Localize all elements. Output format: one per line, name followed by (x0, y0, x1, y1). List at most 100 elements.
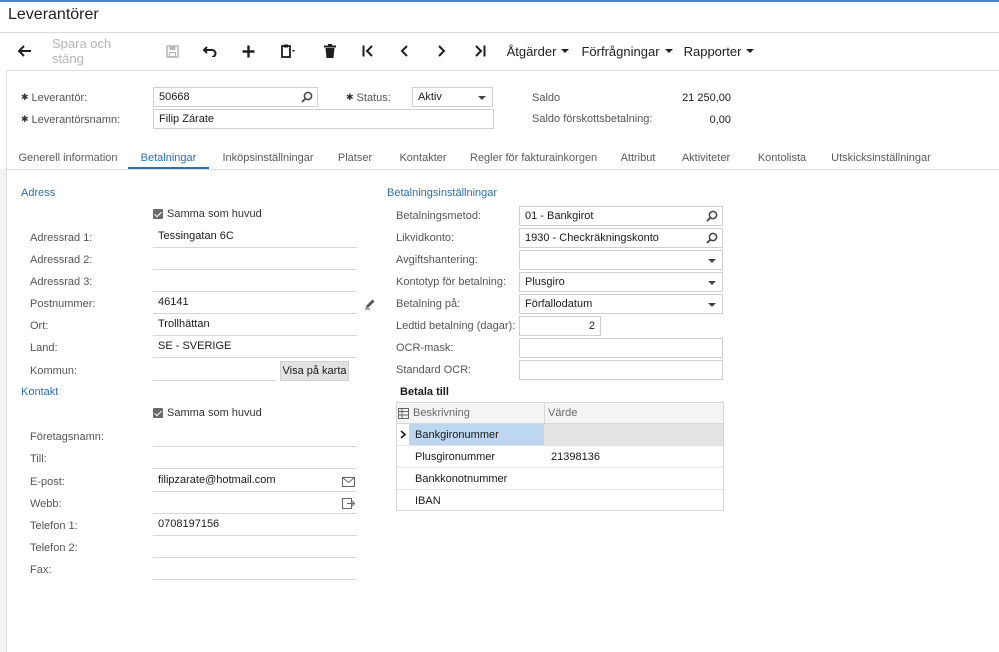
tab-payments[interactable]: Betalningar (128, 148, 209, 169)
country-label: Land: (30, 342, 58, 354)
company-name-field[interactable] (153, 425, 357, 447)
next-record-icon[interactable] (432, 33, 452, 69)
column-settings-icon[interactable] (398, 408, 409, 422)
search-icon[interactable] (706, 210, 718, 225)
vendor-name-field[interactable]: Filip Zárate (153, 109, 494, 129)
default-ocr-label: Standard OCR: (396, 364, 472, 376)
pay-on-label: Betalning på: (396, 298, 461, 310)
payment-method-field[interactable]: 01 - Bankgirot (519, 206, 723, 226)
row-highlight (544, 424, 723, 445)
vendor-field[interactable]: 50668 (153, 87, 318, 107)
tab-activities[interactable]: Aktiviteter (678, 148, 734, 169)
search-icon[interactable] (301, 91, 313, 106)
grid-header-value[interactable]: Värde (548, 407, 577, 419)
fax-field[interactable] (153, 558, 357, 580)
postal-code-field[interactable]: 46141 (153, 292, 357, 314)
default-ocr-field[interactable] (519, 360, 723, 380)
save-and-close-button[interactable]: Spara och stäng (52, 33, 146, 69)
cash-account-field[interactable]: 1930 - Checkräkningskonto (519, 228, 723, 248)
table-row[interactable]: Bankkonotnummer (397, 468, 723, 490)
attention-field[interactable] (153, 447, 357, 469)
delete-icon[interactable] (320, 33, 340, 69)
reports-menu[interactable]: Rapporter (684, 33, 755, 69)
company-name-label: Företagsnamn: (30, 431, 104, 443)
address-line2-field[interactable] (153, 248, 357, 270)
charge-handling-label: Avgiftshantering: (396, 254, 478, 266)
save-icon[interactable] (162, 33, 182, 69)
contact-same-as-main-label: Samma som huvud (167, 407, 262, 419)
tab-attributes[interactable]: Attribut (616, 148, 660, 169)
page-title: Leverantörer (8, 6, 99, 23)
country-field[interactable]: SE - SVERIGE (153, 336, 357, 358)
add-icon[interactable] (238, 33, 258, 69)
grid-header: Beskrivning Värde (397, 403, 723, 424)
back-icon[interactable] (14, 33, 36, 69)
grid-cell-value[interactable]: 21398136 (551, 451, 600, 463)
table-row[interactable]: IBAN (397, 490, 723, 512)
tab-general-information[interactable]: Generell information (14, 148, 122, 169)
pay-on-value: Förfallodatum (525, 298, 593, 310)
previous-record-icon[interactable] (394, 33, 414, 69)
inquiries-menu-label: Förfrågningar (581, 43, 660, 59)
address-line3-field[interactable] (153, 270, 357, 292)
address-same-as-main-checkbox[interactable]: Samma som huvud (153, 208, 262, 220)
payment-account-type-label: Kontotyp för betalning: (396, 276, 507, 288)
table-row[interactable]: Plusgironummer 21398136 (397, 446, 723, 468)
city-field[interactable]: Trollhättan (153, 314, 357, 336)
balance-value: 21 250,00 (682, 92, 731, 104)
grid-cell-description[interactable]: IBAN (415, 495, 441, 507)
undo-icon[interactable] (200, 33, 220, 69)
contact-section-title: Kontakt (21, 386, 59, 398)
phone2-field[interactable] (153, 536, 357, 558)
payment-account-type-select[interactable]: Plusgiro (519, 272, 723, 292)
tab-invoice-inbox-rules[interactable]: Regler för fakturainkorgen (470, 148, 597, 169)
status-value: Aktiv (418, 91, 442, 103)
vendor-name-label: ✱ Leverantörsnamn: (21, 114, 121, 126)
tab-contacts[interactable]: Kontakter (396, 148, 450, 169)
chevron-down-icon (708, 281, 716, 285)
view-on-map-button[interactable]: Visa på karta (280, 361, 349, 381)
grid-column-divider (544, 403, 545, 424)
lead-days-label: Ledtid betalning (dagar): (396, 320, 516, 332)
tab-purchase-settings[interactable]: Inköpsinställningar (218, 148, 318, 169)
search-icon[interactable] (706, 232, 718, 247)
payment-method-label: Betalningsmetod: (396, 210, 481, 222)
grid-cell-description[interactable]: Bankkonotnummer (415, 473, 507, 485)
last-record-icon[interactable] (470, 33, 490, 69)
web-field[interactable] (153, 492, 357, 514)
tab-bar: Generell information Betalningar Inköpsi… (6, 148, 999, 170)
status-label: ✱ Status: (346, 92, 391, 104)
pay-on-select[interactable]: Förfallodatum (519, 294, 723, 314)
address-section-title: Adress (21, 187, 56, 199)
toolbar: Spara och stäng Åtgärder Förfrågningar R… (0, 33, 999, 69)
contact-same-as-main-checkbox[interactable]: Samma som huvud (153, 407, 262, 419)
payment-account-type-value: Plusgiro (525, 276, 565, 288)
tab-mailing-settings[interactable]: Utskicksinställningar (828, 148, 934, 169)
email-field[interactable]: filipzarate@hotmail.com (153, 470, 357, 492)
phone1-field[interactable]: 0708197156 (153, 514, 357, 536)
actions-menu[interactable]: Åtgärder (506, 33, 570, 69)
balance-label: Saldo (532, 92, 561, 104)
mail-icon[interactable] (342, 477, 355, 490)
inquiries-menu[interactable]: Förfrågningar (581, 33, 673, 69)
tab-locations[interactable]: Platser (332, 148, 378, 169)
tab-account-list[interactable]: Kontolista (754, 148, 810, 169)
grid-cell-description[interactable]: Bankgironummer (415, 429, 499, 441)
chevron-down-icon (746, 49, 755, 53)
table-row[interactable]: Bankgironummer (397, 424, 723, 446)
copy-paste-icon[interactable] (276, 33, 300, 69)
lead-days-field[interactable]: 2 (519, 316, 601, 336)
address-line1-field[interactable]: Tessingatan 6C (153, 226, 357, 248)
status-select[interactable]: Aktiv (412, 87, 493, 107)
grid-cell-description[interactable]: Plusgironummer (415, 451, 495, 463)
edit-icon[interactable] (364, 298, 376, 313)
municipality-field[interactable] (153, 359, 276, 381)
chevron-down-icon (561, 49, 570, 53)
pay-to-title: Betala till (400, 386, 449, 398)
open-link-icon[interactable] (342, 498, 356, 512)
grid-header-description[interactable]: Beskrivning (413, 407, 470, 419)
ocr-mask-field[interactable] (519, 338, 723, 358)
first-record-icon[interactable] (358, 33, 378, 69)
phone2-label: Telefon 2: (30, 542, 78, 554)
charge-handling-select[interactable] (519, 250, 723, 270)
